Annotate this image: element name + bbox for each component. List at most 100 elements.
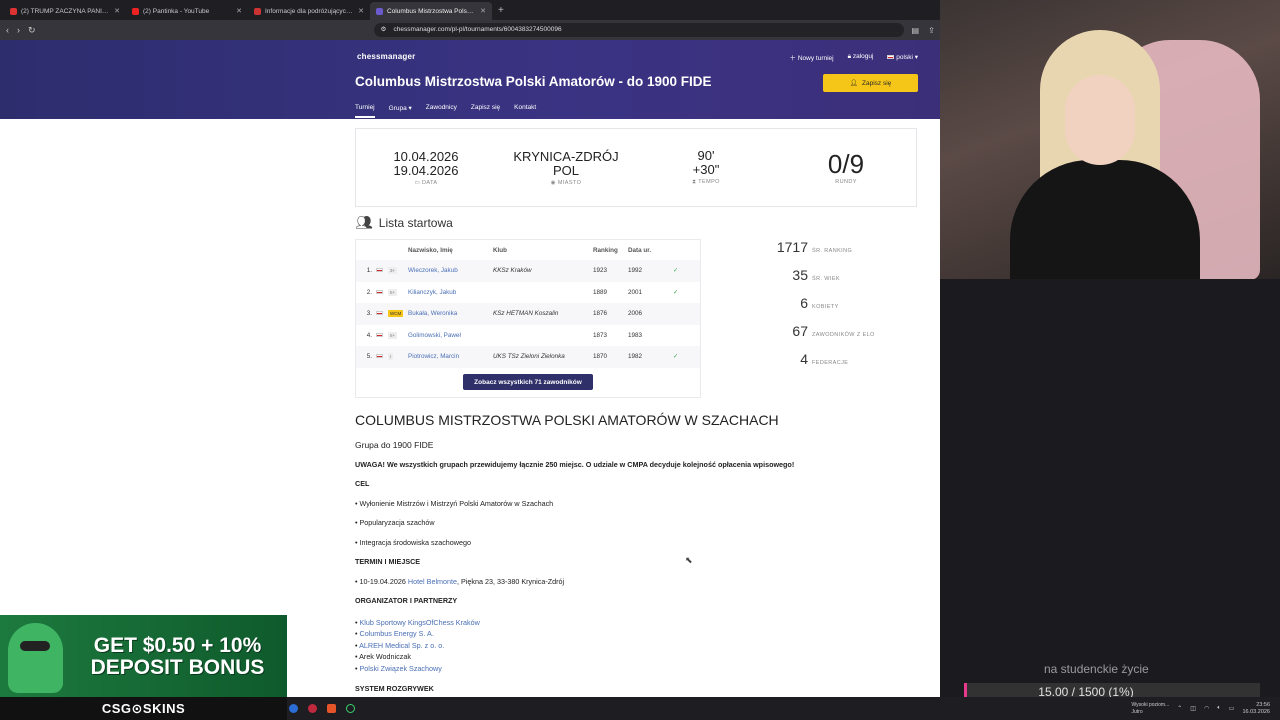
site-header: chess​manager ＋ Nowy turniej 🔒︎ zaloguj …	[0, 40, 940, 119]
clock[interactable]: 23:56 16.03.2026	[1242, 702, 1270, 716]
login-link[interactable]: 🔒︎ zaloguj	[848, 53, 874, 61]
address-bar-row: ‹ › ↻ ⚙ chessmanager.com/pl-pl/tournament…	[0, 20, 940, 40]
reload-icon[interactable]: ↻	[28, 25, 36, 36]
nav-signup[interactable]: Zapisz się	[471, 104, 500, 118]
stream-caption: na studenckie życie	[1044, 662, 1149, 676]
description-heading: COLUMBUS MISTRZOSTWA POLSKI AMATORÓW W S…	[355, 412, 779, 428]
table-body: 1. 3+ Wieczorek, Jakub KKSz Kraków 1923 …	[356, 260, 700, 368]
opera-gx-icon[interactable]	[308, 704, 317, 713]
tab-favicon	[254, 7, 261, 15]
map-pin-icon: ◉	[550, 179, 558, 186]
organizers-list: • Klub Sportowy KingsOfChess Kraków • Co…	[355, 617, 480, 673]
network-icon[interactable]: ◫	[1190, 705, 1196, 712]
page-content: 10.04.2026 19.04.2026 ▭ DATA KRYNICA-ZDR…	[0, 119, 940, 697]
venue-line: • 10-19.04.2026 Hotel Belmonte, Piękna 2…	[355, 576, 565, 586]
tempo-block: 90' +30" ⧗ TEMPO	[692, 148, 720, 186]
sponsor-banner[interactable]: GET $0.50 + 10% DEPOSIT BONUS CSG⊙SKINS	[0, 615, 287, 720]
player-link[interactable]: Wieczorek, Jakub	[408, 267, 493, 274]
nav-group[interactable]: Grupa ▾	[389, 104, 412, 118]
forward-icon[interactable]: ›	[17, 25, 20, 35]
table-row: 4. II+ Golimowski, Paweł 1873 1983	[366, 331, 643, 339]
table-row: 2. II+ Kilianczyk, Jakub 1889 2001 ✓	[356, 282, 700, 304]
stat-women: 6 KOBIETY	[800, 295, 839, 311]
check-icon: ✓	[673, 267, 679, 275]
reader-icon[interactable]: ▤	[912, 26, 920, 35]
mouse-cursor-icon: ⬉	[685, 555, 693, 565]
close-icon[interactable]: ✕	[480, 7, 486, 15]
poland-flag-icon	[376, 268, 383, 273]
stat-avg-ranking: 1717 ŚR. RANKING	[776, 239, 853, 255]
stat-avg-age: 35 ŚR. WIEK	[792, 267, 840, 283]
nav-tournament[interactable]: Turniej	[355, 104, 375, 118]
table-row: 5. I Piotrowicz, Marcin UKS TSz Zieloni …	[356, 346, 700, 368]
volume-icon[interactable]: 🔈︎	[1217, 705, 1221, 712]
tab-favicon	[10, 7, 17, 15]
player-link[interactable]: Golimowski, Paweł	[408, 332, 493, 339]
page-title: Columbus Mistrzostwa Polski Amatorów - d…	[355, 74, 712, 89]
organizer-link[interactable]: Columbus Energy S. A.	[360, 629, 434, 638]
tab-bar: (2) TRUMP ZACZYNA PANIKOWAĆ! | ...✕ (2) …	[0, 0, 940, 20]
brave-icon[interactable]	[327, 704, 336, 713]
startlist-heading: 👥︎ Lista startowa	[355, 214, 453, 230]
table-row: 1. 3+ Wieczorek, Jakub KKSz Kraków 1923 …	[356, 260, 700, 282]
battery-icon[interactable]: ▭	[1229, 705, 1235, 712]
new-tab-button[interactable]: +	[492, 2, 510, 20]
chevron-up-icon[interactable]: ⌃	[1177, 705, 1182, 712]
close-icon[interactable]: ✕	[114, 7, 120, 15]
date-block: 10.04.2026 19.04.2026 ▭ DATA	[393, 148, 459, 186]
youtube-icon	[132, 7, 139, 15]
organizer-link[interactable]: ALREH Medical Sp. z o. o.	[359, 641, 444, 650]
close-icon[interactable]: ✕	[358, 7, 364, 15]
check-icon: ✓	[673, 288, 679, 296]
poland-flag-icon	[376, 311, 383, 316]
chevron-down-icon: ▾	[408, 105, 412, 112]
tournament-info-card: 10.04.2026 19.04.2026 ▭ DATA KRYNICA-ZDR…	[355, 128, 917, 207]
poland-flag-icon	[376, 332, 383, 337]
calendar-icon: ▭	[414, 179, 423, 186]
site-info-icon[interactable]: ⚙	[381, 23, 387, 37]
tab-4-active[interactable]: Columbus Mistrzostwa Polski Am...✕	[370, 2, 492, 20]
organizer-link[interactable]: Klub Sportowy KingsOfChess Kraków	[360, 618, 480, 627]
organizer-link[interactable]: Polski Związek Szachowy	[360, 664, 442, 673]
stat-federations: 4 FEDERACJE	[800, 351, 849, 367]
taskbar-app-icon[interactable]	[289, 704, 298, 713]
url-input[interactable]: ⚙ chessmanager.com/pl-pl/tournaments/6004…	[373, 23, 904, 37]
city-block: KRYNICA-ZDRÓJ POL ◉ MIASTO	[513, 148, 619, 186]
chessmanager-logo[interactable]: chess​manager	[357, 52, 415, 61]
signup-button[interactable]: 👤︎ Zapisz się	[823, 74, 918, 92]
startlist-table: Nazwisko, Imię Klub Ranking Data ur. 1. …	[355, 239, 701, 398]
player-link[interactable]: Kilianczyk, Jakub	[408, 289, 493, 296]
weather-widget[interactable]: Wysoki poziom... Jutro	[1131, 702, 1169, 716]
rounds-block: 0/9 RUNDY	[827, 148, 865, 185]
poland-flag-icon	[887, 55, 895, 59]
nav-players[interactable]: Zawodnicy	[426, 104, 457, 118]
new-tournament-link[interactable]: ＋ Nowy turniej	[790, 52, 834, 62]
tournament-description: Grupa do 1900 FIDE UWAGA! We wszystkich …	[355, 441, 895, 697]
chevron-down-icon: ▾	[914, 54, 918, 61]
plus-icon: ＋	[789, 55, 798, 62]
poland-flag-icon	[376, 354, 383, 359]
table-header: Nazwisko, Imię Klub Ranking Data ur.	[408, 246, 652, 254]
wifi-icon[interactable]: ◠	[1204, 705, 1209, 712]
csgoskins-logo: CSG⊙SKINS	[0, 697, 287, 720]
obs-icon[interactable]	[346, 704, 355, 713]
player-link[interactable]: Piotrowicz, Marcin	[408, 353, 493, 360]
users-icon: 👥︎	[355, 214, 373, 230]
tab-2[interactable]: (2) Pantinka - YouTube ✕	[126, 2, 248, 20]
back-icon[interactable]: ‹	[6, 25, 9, 35]
taskbar: Wysoki poziom... Jutro ⌃ ◫ ◠ 🔈︎ ▭ 23:56 16…	[287, 697, 1280, 720]
language-select[interactable]: polski ▾	[887, 53, 918, 61]
tab-1[interactable]: (2) TRUMP ZACZYNA PANIKOWAĆ! | ...✕	[4, 2, 126, 20]
tab-3[interactable]: Informacje dla podróżujących - Polsk...✕	[248, 2, 370, 20]
share-icon[interactable]: ⇪	[928, 26, 935, 35]
webcam-overlay	[940, 0, 1280, 279]
check-icon: ✓	[673, 353, 679, 361]
table-row: 3. WCM Bukała, Weronika KSz HETMAN Kosza…	[356, 303, 700, 325]
chessmanager-icon	[376, 7, 383, 15]
see-all-players-button[interactable]: Zobacz wszystkich 71 zawodników	[463, 374, 593, 390]
hotel-link[interactable]: Hotel Belmonte	[408, 577, 457, 586]
stat-elo-players: 67 ZAWODNIKÓW Z ELO	[792, 323, 875, 339]
player-link[interactable]: Bukała, Weronika	[408, 310, 493, 317]
nav-contact[interactable]: Kontakt	[514, 104, 536, 118]
close-icon[interactable]: ✕	[236, 7, 242, 15]
